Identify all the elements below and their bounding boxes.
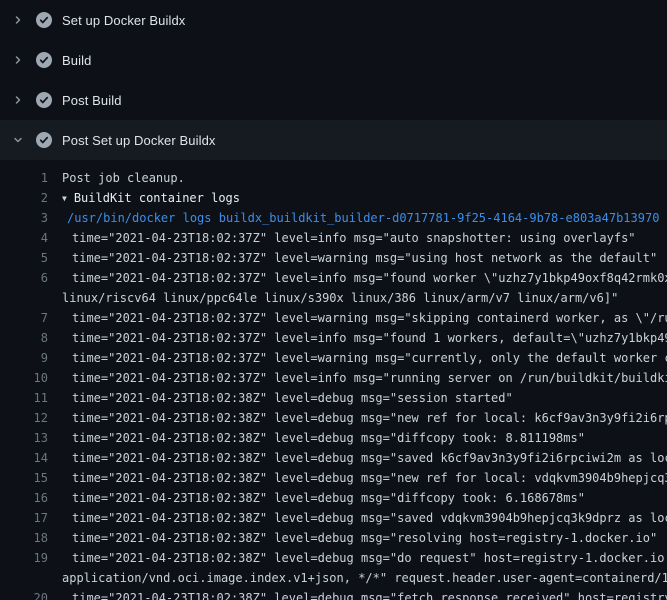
log-text: time="2021-04-23T18:02:38Z" level=debug … [62, 388, 513, 408]
line-number [0, 568, 48, 588]
log-line: 3/usr/bin/docker logs buildx_buildkit_bu… [0, 208, 667, 228]
line-number[interactable]: 5 [0, 248, 48, 268]
log-line: 12 time="2021-04-23T18:02:38Z" level=debu… [0, 408, 667, 428]
check-circle-icon [36, 52, 52, 68]
log-text: time="2021-04-23T18:02:37Z" level=info m… [62, 328, 667, 348]
log-text: time="2021-04-23T18:02:38Z" level=debug … [62, 548, 667, 568]
step-header-post-set-up-docker-buildx[interactable]: Post Set up Docker Buildx [0, 120, 667, 160]
log-line: 20 time="2021-04-23T18:02:38Z" level=debu… [0, 588, 667, 600]
log-text: time="2021-04-23T18:02:37Z" level=warnin… [62, 348, 667, 368]
triangle-down-icon: ▼ [62, 189, 67, 209]
check-circle-icon [36, 132, 52, 148]
chevron-right-icon [12, 54, 24, 66]
log-line: 18 time="2021-04-23T18:02:38Z" level=debu… [0, 528, 667, 548]
log-line: 14 time="2021-04-23T18:02:38Z" level=debu… [0, 448, 667, 468]
step-title: Post Build [62, 93, 122, 108]
step-header-build[interactable]: Build [0, 40, 667, 80]
step-title: Set up Docker Buildx [62, 13, 185, 28]
log-text: time="2021-04-23T18:02:38Z" level=debug … [62, 508, 667, 528]
step-header-post-build[interactable]: Post Build [0, 80, 667, 120]
log-line: 11 time="2021-04-23T18:02:38Z" level=debu… [0, 388, 667, 408]
log-line: 19 time="2021-04-23T18:02:38Z" level=debu… [0, 548, 667, 568]
log-group-toggle[interactable]: ▼ BuildKit container logs [62, 188, 240, 208]
log-text: time="2021-04-23T18:02:38Z" level=debug … [62, 528, 657, 548]
line-number[interactable]: 16 [0, 488, 48, 508]
log-text: Post job cleanup. [62, 168, 185, 188]
log-lines: 1 Post job cleanup. 2 ▼ BuildKit container l… [0, 160, 667, 600]
log-line: 2 ▼ BuildKit container logs [0, 188, 667, 208]
log-line: 6 time="2021-04-23T18:02:37Z" level=info … [0, 268, 667, 288]
log-text: time="2021-04-23T18:02:37Z" level=warnin… [62, 248, 657, 268]
line-number[interactable]: 19 [0, 548, 48, 568]
line-number[interactable]: 2 [0, 188, 48, 208]
line-number[interactable]: 6 [0, 268, 48, 288]
log-line: 15 time="2021-04-23T18:02:38Z" level=debu… [0, 468, 667, 488]
log-text: time="2021-04-23T18:02:37Z" level=info m… [62, 368, 667, 388]
log-text: time="2021-04-23T18:02:37Z" level=info m… [62, 268, 667, 288]
log-line: 1 Post job cleanup. [0, 168, 667, 188]
log-line: 10 time="2021-04-23T18:02:37Z" level=info… [0, 368, 667, 388]
line-number[interactable]: 14 [0, 448, 48, 468]
check-circle-icon [36, 92, 52, 108]
line-number[interactable]: 3 [0, 208, 48, 228]
log-line: 17 time="2021-04-23T18:02:38Z" level=debu… [0, 508, 667, 528]
step-title: Build [62, 53, 91, 68]
check-circle-icon [36, 12, 52, 28]
line-number[interactable]: 17 [0, 508, 48, 528]
log-text: linux/riscv64 linux/ppc64le linux/s390x … [62, 288, 618, 308]
log-line: 9 time="2021-04-23T18:02:37Z" level=warni… [0, 348, 667, 368]
log-group-title: BuildKit container logs [74, 191, 240, 205]
line-number[interactable]: 4 [0, 228, 48, 248]
log-text: time="2021-04-23T18:02:38Z" level=debug … [62, 408, 667, 428]
log-text: time="2021-04-23T18:02:37Z" level=info m… [62, 228, 636, 248]
line-number[interactable]: 20 [0, 588, 48, 600]
log-line: 7 time="2021-04-23T18:02:37Z" level=warni… [0, 308, 667, 328]
log-text: time="2021-04-23T18:02:37Z" level=warnin… [62, 308, 667, 328]
line-number[interactable]: 10 [0, 368, 48, 388]
log-line: application/vnd.oci.image.index.v1+json,… [0, 568, 667, 588]
line-number [0, 288, 48, 308]
log-line: 16 time="2021-04-23T18:02:38Z" level=debu… [0, 488, 667, 508]
log-text: time="2021-04-23T18:02:38Z" level=debug … [62, 488, 585, 508]
steps-list: Set up Docker Buildx Build Post Build Post … [0, 0, 667, 160]
log-text: time="2021-04-23T18:02:38Z" level=debug … [62, 468, 667, 488]
log-text: time="2021-04-23T18:02:38Z" level=debug … [62, 588, 667, 600]
log-line: 8 time="2021-04-23T18:02:37Z" level=info … [0, 328, 667, 348]
log-text: time="2021-04-23T18:02:38Z" level=debug … [62, 428, 585, 448]
chevron-right-icon [12, 94, 24, 106]
actions-log-viewer: Set up Docker Buildx Build Post Build Post … [0, 0, 667, 600]
line-number[interactable]: 18 [0, 528, 48, 548]
log-command-text: /usr/bin/docker logs buildx_buildkit_bui… [62, 208, 659, 228]
log-text: time="2021-04-23T18:02:38Z" level=debug … [62, 448, 667, 468]
log-line: 5 time="2021-04-23T18:02:37Z" level=warni… [0, 248, 667, 268]
line-number[interactable]: 13 [0, 428, 48, 448]
line-number[interactable]: 12 [0, 408, 48, 428]
log-line: 4 time="2021-04-23T18:02:37Z" level=info … [0, 228, 667, 248]
chevron-down-icon [12, 134, 24, 146]
line-number[interactable]: 8 [0, 328, 48, 348]
line-number[interactable]: 1 [0, 168, 48, 188]
line-number[interactable]: 9 [0, 348, 48, 368]
line-number[interactable]: 11 [0, 388, 48, 408]
chevron-right-icon [12, 14, 24, 26]
log-line: linux/riscv64 linux/ppc64le linux/s390x … [0, 288, 667, 308]
step-header-set-up-docker-buildx[interactable]: Set up Docker Buildx [0, 0, 667, 40]
log-text: application/vnd.oci.image.index.v1+json,… [62, 568, 667, 588]
log-line: 13 time="2021-04-23T18:02:38Z" level=debu… [0, 428, 667, 448]
step-title: Post Set up Docker Buildx [62, 133, 216, 148]
line-number[interactable]: 7 [0, 308, 48, 328]
line-number[interactable]: 15 [0, 468, 48, 488]
